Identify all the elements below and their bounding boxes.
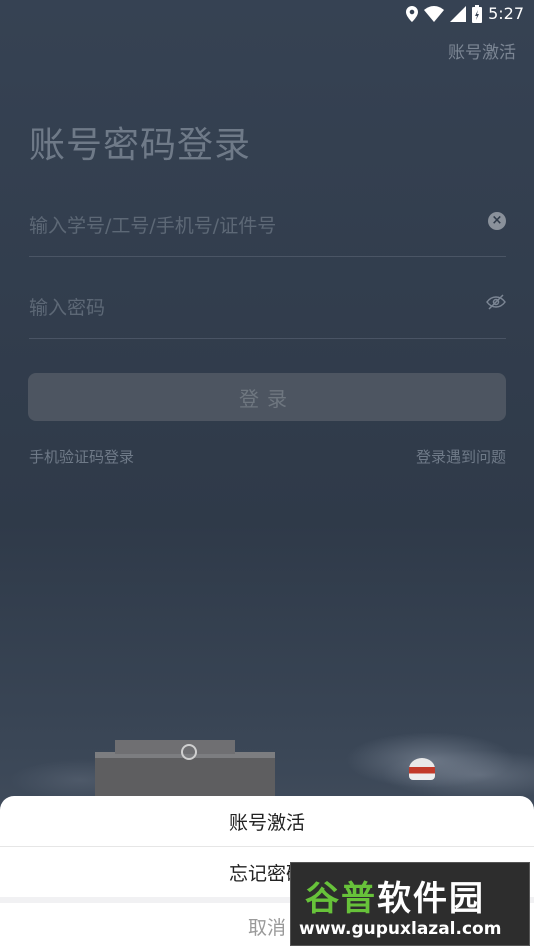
password-field bbox=[29, 288, 506, 339]
wifi-icon bbox=[424, 5, 445, 22]
page-title: 账号密码登录 bbox=[29, 125, 252, 166]
building-window bbox=[181, 744, 197, 760]
water-tower bbox=[409, 758, 435, 780]
building bbox=[95, 740, 275, 798]
sheet-item-activate[interactable]: 账号激活 bbox=[0, 796, 534, 846]
location-icon bbox=[406, 5, 419, 22]
account-activate-link[interactable]: 账号激活 bbox=[448, 38, 516, 63]
login-button[interactable]: 登录 bbox=[28, 373, 506, 421]
sms-login-link[interactable]: 手机验证码登录 bbox=[29, 446, 134, 467]
watermark-logo: 谷普软件园 www.gupuxlazal.com bbox=[290, 862, 530, 946]
password-input[interactable] bbox=[29, 288, 469, 328]
clear-icon[interactable]: × bbox=[488, 212, 506, 230]
watermark-name: 谷普软件园 bbox=[305, 879, 485, 919]
account-input[interactable] bbox=[29, 206, 469, 246]
clock: 5:27 bbox=[488, 4, 524, 23]
status-bar: 5:27 bbox=[0, 0, 534, 28]
watermark-url: www.gupuxlazal.com bbox=[299, 919, 502, 939]
login-problem-link[interactable]: 登录遇到问题 bbox=[416, 446, 506, 467]
battery-icon bbox=[472, 4, 483, 23]
building-roof bbox=[115, 740, 235, 754]
eye-hidden-icon[interactable] bbox=[486, 294, 506, 314]
signal-icon bbox=[450, 5, 467, 22]
account-field: × bbox=[29, 206, 506, 257]
